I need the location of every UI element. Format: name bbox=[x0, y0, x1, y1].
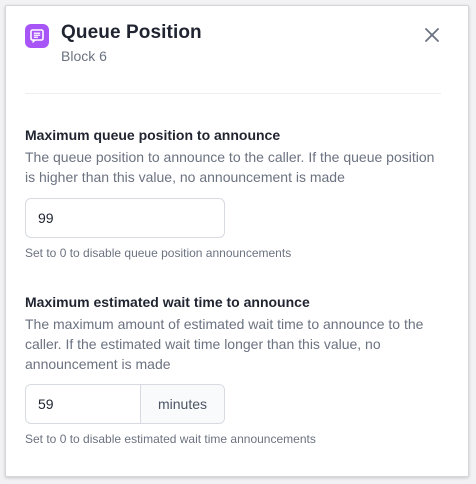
header-divider bbox=[25, 93, 441, 94]
max-position-label: Maximum queue position to announce bbox=[25, 127, 281, 143]
max-position-description: The queue position to announce to the ca… bbox=[25, 149, 435, 185]
message-block-icon bbox=[25, 24, 49, 48]
close-button[interactable] bbox=[420, 23, 444, 47]
queue-position-panel: Queue Position Block 6 Maximum queue pos… bbox=[5, 5, 469, 477]
minutes-unit-label: minutes bbox=[140, 385, 224, 423]
panel-header: Queue Position Block 6 bbox=[6, 6, 468, 96]
max-position-input[interactable] bbox=[26, 199, 224, 237]
close-icon bbox=[425, 28, 439, 42]
panel-title: Queue Position bbox=[61, 22, 202, 43]
max-position-hint: Set to 0 to disable queue position annou… bbox=[25, 246, 292, 260]
max-wait-input-group: minutes bbox=[25, 384, 225, 424]
max-wait-hint: Set to 0 to disable estimated wait time … bbox=[25, 432, 316, 446]
max-wait-input[interactable] bbox=[26, 385, 140, 423]
panel-subtitle: Block 6 bbox=[61, 48, 107, 64]
max-wait-description: The maximum amount of estimated wait tim… bbox=[25, 316, 424, 372]
max-position-input-wrapper bbox=[25, 198, 225, 238]
max-wait-label: Maximum estimated wait time to announce bbox=[25, 294, 310, 310]
